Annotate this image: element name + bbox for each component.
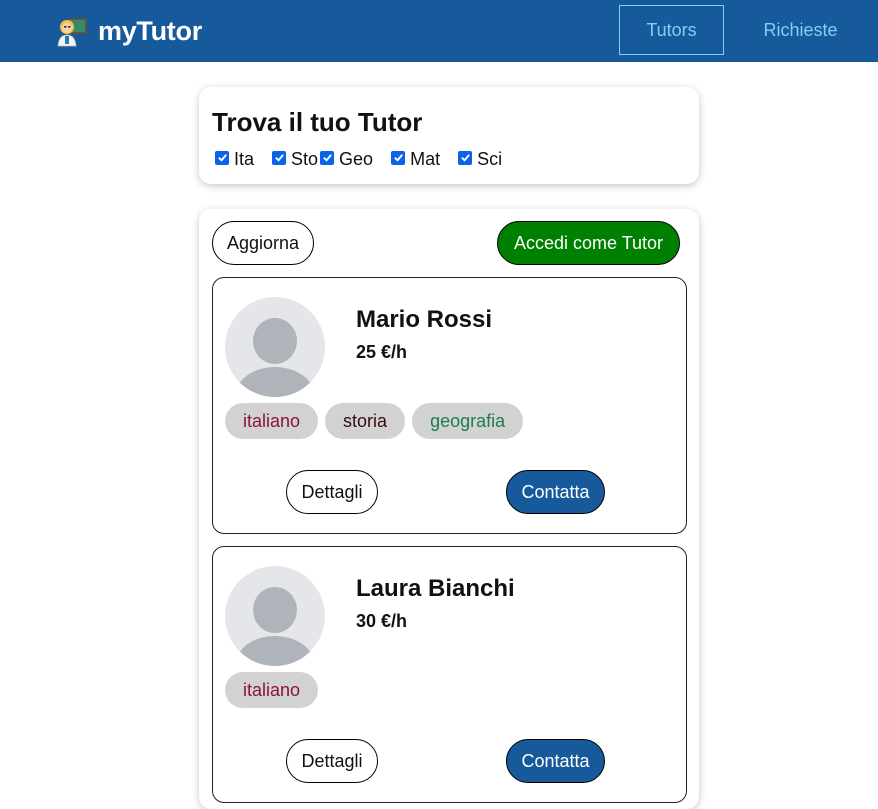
- navbar: myTutor Tutors Richieste: [0, 0, 878, 62]
- filter-geo[interactable]: Geo: [320, 149, 373, 170]
- filter-ita[interactable]: Ita: [215, 149, 254, 170]
- filter-title: Trova il tuo Tutor: [212, 107, 423, 137]
- tutor-price: 25 €/h: [356, 342, 408, 362]
- filter-panel: Trova il tuo Tutor Ita Sto Geo Mat Sci: [199, 87, 699, 184]
- checkbox-checked-icon[interactable]: [320, 150, 335, 165]
- subject-tag: geografia: [412, 403, 524, 439]
- tutor-name: Mario Rossi: [356, 306, 493, 333]
- filter-label: Sto: [291, 149, 319, 169]
- tutor-card: Laura Bianchi 30 €/h italiano Dettagli C…: [212, 546, 687, 803]
- subject-tags: italiano storia geografia: [225, 403, 530, 439]
- contact-button[interactable]: Contatta: [506, 470, 605, 514]
- filter-sci[interactable]: Sci: [458, 149, 502, 170]
- subject-tags: italiano: [225, 672, 325, 708]
- nav-tutors[interactable]: Tutors: [619, 5, 724, 55]
- checkbox-checked-icon[interactable]: [391, 150, 406, 165]
- contact-button[interactable]: Contatta: [506, 739, 605, 783]
- subject-tag: storia: [325, 403, 406, 439]
- filter-label: Mat: [410, 149, 441, 169]
- tutor-card: Mario Rossi 25 €/h italiano storia geogr…: [212, 277, 687, 534]
- filter-label: Sci: [477, 149, 503, 169]
- tutor-name: Laura Bianchi: [356, 575, 515, 602]
- checkbox-checked-icon[interactable]: [272, 150, 287, 165]
- checkbox-checked-icon[interactable]: [215, 150, 229, 165]
- brand-link[interactable]: myTutor: [56, 14, 202, 48]
- refresh-button[interactable]: Aggiorna: [212, 221, 314, 265]
- nav-richieste[interactable]: Richieste: [748, 5, 853, 55]
- filter-label: Ita: [234, 149, 255, 169]
- login-as-tutor-button[interactable]: Accedi come Tutor: [497, 221, 680, 265]
- teacher-emoji-icon: [57, 18, 87, 47]
- subject-tag: italiano: [225, 403, 319, 439]
- avatar-placeholder-icon: [225, 566, 325, 666]
- filter-sto[interactable]: Sto: [272, 149, 318, 170]
- filter-mat[interactable]: Mat: [391, 149, 440, 170]
- subject-filters: Ita Sto Geo Mat Sci: [215, 149, 502, 170]
- subject-tag: italiano: [225, 672, 319, 708]
- tutor-price: 30 €/h: [356, 611, 408, 631]
- details-button[interactable]: Dettagli: [286, 470, 378, 514]
- filter-label: Geo: [339, 149, 374, 169]
- details-button[interactable]: Dettagli: [286, 739, 378, 783]
- brand-name: myTutor: [98, 15, 202, 46]
- checkbox-checked-icon[interactable]: [458, 150, 473, 165]
- tutor-list-panel: Aggiorna Accedi come Tutor Mario Rossi 2…: [199, 209, 699, 809]
- avatar-placeholder-icon: [225, 297, 325, 397]
